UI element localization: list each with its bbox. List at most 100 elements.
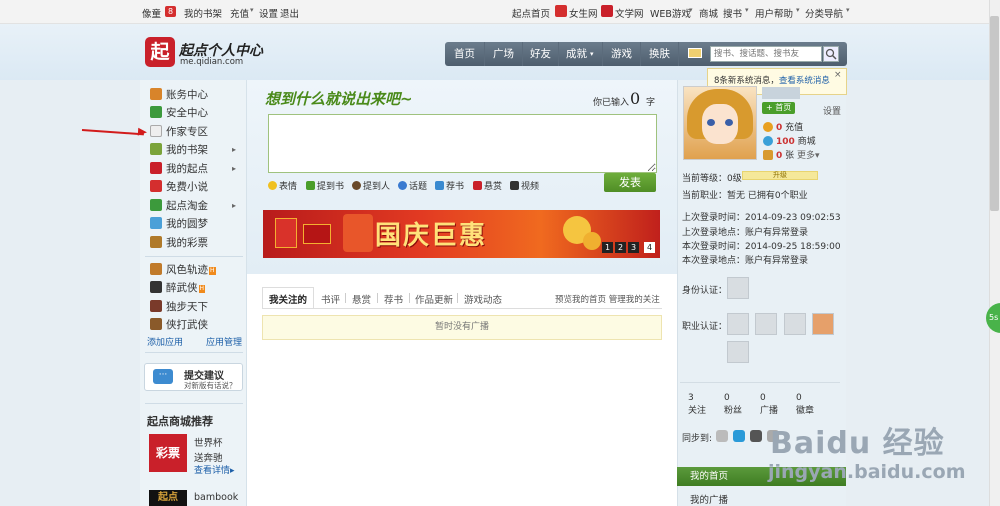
sidebar-game-3[interactable]: 独步天下	[150, 298, 242, 316]
topic-button[interactable]: 话题	[398, 179, 427, 192]
close-icon[interactable]: ×	[834, 70, 842, 80]
weibo-icon[interactable]	[716, 430, 728, 442]
tencent-icon[interactable]	[750, 430, 762, 442]
qidian-home-link[interactable]: 起点首页	[512, 6, 550, 20]
manage-app-link[interactable]: 应用管理	[206, 335, 242, 348]
pillar-icon[interactable]	[727, 313, 749, 335]
mail-icon[interactable]	[688, 48, 702, 58]
bounty-button[interactable]: 悬赏	[473, 179, 502, 192]
logout-link[interactable]: 退出	[280, 6, 299, 20]
sidebar-item-bookshelf[interactable]: 我的书架	[150, 141, 242, 159]
info-value: 账户有异常登录	[745, 256, 809, 266]
sidebar-game-4[interactable]: 侠打武侠	[150, 316, 242, 334]
broadcast-count[interactable]: 0 广播	[760, 393, 778, 416]
username-link[interactable]: 像童	[142, 6, 161, 20]
sidebar-item-label: 风色轨迹	[166, 264, 208, 276]
mention-user-button[interactable]: 提到人	[352, 179, 390, 192]
nav-skin[interactable]: 换肤	[641, 42, 679, 66]
banner-page-3[interactable]: 3	[628, 242, 639, 253]
headphones-icon[interactable]	[727, 341, 749, 363]
lottery-product-image[interactable]: 彩票	[149, 434, 187, 472]
video-button[interactable]: 视频	[510, 179, 539, 192]
suggestion-subtitle: 对新版有话说？	[184, 381, 237, 390]
recommend-book-button[interactable]: 荐书	[435, 179, 464, 192]
mail-badge[interactable]: 8	[165, 6, 177, 17]
sidebar-game-2[interactable]: 醉武侠 H	[150, 279, 242, 297]
emoji-button[interactable]: 表情	[268, 179, 297, 192]
nav-achievement[interactable]: 成就	[559, 42, 603, 66]
tab-updates[interactable]: 作品更新	[415, 292, 453, 306]
chevron-down-icon: ▾	[796, 6, 800, 14]
tab-following[interactable]: 我关注的	[269, 292, 307, 306]
qq-icon[interactable]	[733, 430, 745, 442]
view-system-messages-link[interactable]: 查看系统消息	[779, 76, 830, 86]
post-textarea[interactable]	[268, 114, 657, 173]
flame-icon[interactable]	[755, 313, 777, 335]
scrollbar-thumb[interactable]	[990, 16, 999, 211]
preview-manage-links[interactable]: 预览我的首页 管理我的关注	[555, 293, 660, 305]
profile-settings-link[interactable]: 设置	[823, 104, 841, 117]
search-icon[interactable]	[823, 46, 839, 62]
add-homepage-button[interactable]: + 首页	[762, 102, 796, 114]
mall-stat[interactable]: 100 商城	[763, 134, 816, 147]
coin-icon	[763, 122, 773, 132]
banner-page-2[interactable]: 2	[615, 242, 626, 253]
category-nav-link[interactable]: 分类导航	[805, 6, 843, 20]
badge-count[interactable]: 0 徽章	[796, 393, 814, 416]
store-item-title[interactable]: bambook	[194, 492, 238, 503]
search-books-link[interactable]: 搜书	[723, 6, 742, 20]
dream-icon	[150, 217, 162, 229]
search-input[interactable]	[710, 46, 822, 62]
tab-recommend[interactable]: 荐书	[384, 292, 403, 306]
mall-link[interactable]: 商城	[699, 6, 718, 20]
sidebar-item-free-novels[interactable]: 免费小说	[150, 178, 242, 196]
tab-game-news[interactable]: 游戏动态	[464, 292, 502, 306]
nav-home[interactable]: 首页	[445, 42, 485, 66]
settings-link[interactable]: 设置	[259, 6, 278, 20]
female-site-link[interactable]: 女生网	[569, 6, 598, 20]
tab-reviews[interactable]: 书评	[321, 292, 340, 306]
this-login-time-row: 本次登录时间：2014-09-25 18:59:00	[682, 239, 841, 252]
more-dropdown[interactable]: 更多▾	[797, 151, 820, 161]
tab-bounty[interactable]: 悬赏	[352, 292, 371, 306]
person-icon[interactable]	[727, 277, 749, 299]
sidebar-item-accounts[interactable]: 账务中心	[150, 86, 242, 104]
sidebar-item-gold[interactable]: 起点淘金	[150, 197, 242, 215]
store-item-title[interactable]: 世界杯	[194, 435, 223, 449]
sidebar-item-dream[interactable]: 我的圆梦	[150, 215, 242, 233]
webgame-link[interactable]: WEB游戏	[650, 6, 691, 20]
chevron-right-icon: ▸	[232, 164, 237, 173]
ticket-stat[interactable]: 0 张 更多▾	[763, 148, 820, 161]
bookshelf-link[interactable]: 我的书架	[184, 6, 222, 20]
banner-page-1[interactable]: 1	[602, 242, 613, 253]
info-label: 上次登录地点：	[682, 228, 746, 238]
pen-icon[interactable]	[784, 313, 806, 335]
my-broadcast-link[interactable]: 我的广播	[690, 492, 728, 506]
nav-games[interactable]: 游戏	[603, 42, 641, 66]
recharge-stat[interactable]: 0 充值	[763, 120, 803, 133]
sidebar-item-security[interactable]: 安全中心	[150, 104, 242, 122]
sidebar-item-my-qidian[interactable]: 我的起点	[150, 160, 242, 178]
star-icon[interactable]	[812, 313, 834, 335]
game-icon	[150, 281, 162, 293]
banner-page-4[interactable]: 4	[644, 242, 655, 253]
sidebar-game-1[interactable]: 风色轨迹 H	[150, 261, 242, 279]
qidian-logo-icon[interactable]: 起	[145, 37, 175, 67]
store-item-detail-link[interactable]: 查看详情▸	[194, 463, 235, 476]
add-app-link[interactable]: 添加应用	[147, 335, 183, 348]
mention-book-button[interactable]: 提到书	[306, 179, 344, 192]
info-value: 2014-09-25 18:59:00	[745, 242, 841, 252]
fans-count[interactable]: 0 粉丝	[724, 393, 742, 416]
recharge-value: 0	[776, 123, 783, 133]
sidebar-item-lottery[interactable]: 我的彩票	[150, 234, 242, 252]
publish-button[interactable]: 发表	[604, 173, 656, 192]
bambook-product-image[interactable]: 起点	[149, 490, 187, 506]
nav-square[interactable]: 广场	[485, 42, 523, 66]
divider	[145, 352, 243, 353]
following-count[interactable]: 3 关注	[688, 393, 706, 416]
user-help-link[interactable]: 用户帮助	[755, 6, 793, 20]
nav-friends[interactable]: 好友	[523, 42, 559, 66]
sidebar-item-author-zone[interactable]: 作家专区	[150, 123, 242, 141]
recharge-link[interactable]: 充值	[230, 6, 249, 20]
literature-site-link[interactable]: 文学网	[615, 6, 644, 20]
